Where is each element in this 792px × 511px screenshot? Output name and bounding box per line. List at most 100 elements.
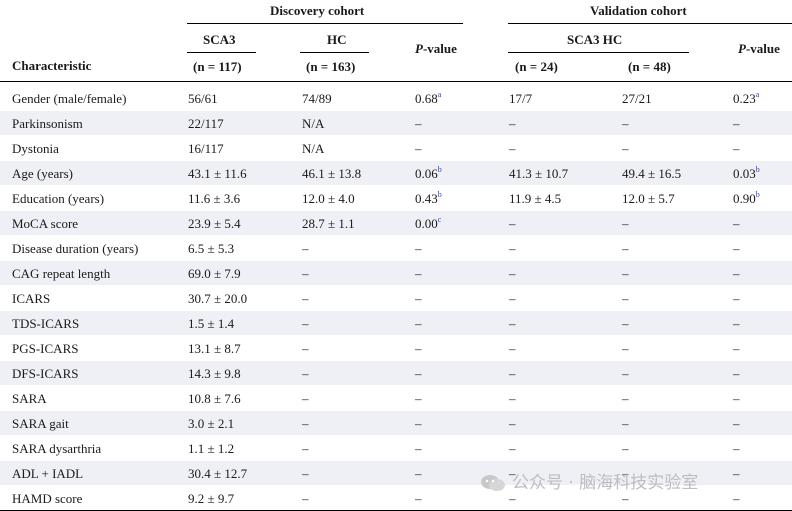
row-shading: [0, 261, 792, 285]
validation-hc-value: –: [622, 441, 629, 456]
validation-pvalue-text: –: [733, 266, 740, 281]
validation-hc-value-text: 12.0 ± 5.7: [622, 191, 675, 206]
row-label-text: Dystonia: [12, 141, 59, 156]
col-val-hc-n: (n = 48): [628, 59, 671, 74]
discovery-sca3-value: 1.5 ± 1.4: [188, 316, 234, 331]
col-characteristic: Characteristic: [12, 58, 92, 73]
validation-sca3-value-text: 41.3 ± 10.7: [509, 166, 569, 181]
discovery-hc-value: –: [302, 491, 309, 506]
validation-sca3-value: –: [509, 141, 516, 156]
footnote-marker: c: [437, 215, 442, 224]
row-label: DFS-ICARS: [12, 366, 78, 381]
discovery-pvalue: –: [415, 416, 422, 431]
validation-hc-value-text: –: [622, 266, 629, 281]
validation-sca3-value-text: –: [509, 416, 516, 431]
validation-sca3-value-text: –: [509, 366, 516, 381]
validation-sca3-value-text: –: [509, 266, 516, 281]
hc-rule: [300, 52, 369, 53]
validation-pvalue: –: [733, 316, 740, 331]
discovery-hc-value-text: –: [302, 441, 309, 456]
col-val-pvalue: P-value: [738, 41, 780, 56]
row-shading: [0, 211, 792, 235]
validation-sca3-value-text: 17/7: [509, 91, 533, 106]
validation-sca3-value: –: [509, 291, 516, 306]
validation-pvalue-text: –: [733, 341, 740, 356]
discovery-sca3-value: 10.8 ± 7.6: [188, 391, 241, 406]
row-label: Education (years): [12, 191, 104, 206]
validation-sca3-value: 11.9 ± 4.5: [509, 191, 561, 206]
row-label: CAG repeat length: [12, 266, 110, 281]
row-label-text: DFS-ICARS: [12, 366, 79, 381]
validation-sca3-value-text: –: [509, 291, 516, 306]
validation-hc-value: –: [622, 416, 629, 431]
validation-sca3-value-text: –: [509, 316, 516, 331]
validation-sca3-value: –: [509, 216, 516, 231]
validation-pvalue-text: –: [733, 491, 740, 506]
discovery-sca3-value: 14.3 ± 9.8: [188, 366, 241, 381]
discovery-hc-value-text: –: [302, 291, 309, 306]
validation-pvalue-text: –: [733, 116, 740, 131]
discovery-pvalue-text: 0.68: [415, 91, 438, 106]
validation-pvalue: –: [733, 291, 740, 306]
discovery-hc-value-text: –: [302, 416, 309, 431]
discovery-pvalue-text: –: [415, 341, 422, 356]
discovery-sca3-value-text: 16/117: [188, 141, 224, 156]
discovery-sca3-value: 3.0 ± 2.1: [188, 416, 234, 431]
discovery-pvalue: 0.06b: [415, 165, 442, 182]
discovery-pvalue-text: 0.06: [415, 166, 438, 181]
validation-hc-value-text: –: [622, 341, 629, 356]
footnote-marker: b: [755, 165, 760, 174]
validation-pvalue: –: [733, 116, 740, 131]
discovery-hc-value: –: [302, 466, 309, 481]
discovery-hc-value-text: –: [302, 341, 309, 356]
footnote-marker: b: [437, 165, 442, 174]
discovery-pvalue: 0.68a: [415, 90, 442, 107]
validation-hc-value: –: [622, 216, 629, 231]
pvalue-p: P: [415, 41, 423, 56]
validation-hc-value-text: –: [622, 316, 629, 331]
discovery-hc-value: –: [302, 266, 309, 281]
validation-sca3-value-text: –: [509, 491, 516, 506]
discovery-pvalue-text: –: [415, 391, 422, 406]
validation-pvalue: –: [733, 491, 740, 506]
validation-hc-value: –: [622, 116, 629, 131]
footnote-marker: a: [437, 90, 442, 99]
row-label: ICARS: [12, 291, 50, 306]
discovery-hc-value-text: N/A: [302, 116, 325, 131]
discovery-sca3-value: 1.1 ± 1.2: [188, 441, 234, 456]
row-label-text: Age (years): [12, 166, 73, 181]
discovery-sca3-value: 43.1 ± 11.6: [188, 166, 247, 181]
validation-sca3-value-text: –: [509, 391, 516, 406]
validation-pvalue: –: [733, 341, 740, 356]
discovery-sca3-value-text: 30.4 ± 12.7: [188, 466, 248, 481]
row-label: TDS-ICARS: [12, 316, 79, 331]
validation-pvalue-text: 0.23: [733, 91, 756, 106]
discovery-pvalue: 0.00c: [415, 215, 442, 232]
row-label-text: TDS-ICARS: [12, 316, 80, 331]
discovery-pvalue: –: [415, 241, 422, 256]
validation-sca3-value-text: 11.9 ± 4.5: [509, 191, 562, 206]
discovery-sca3-value-text: 1.5 ± 1.4: [188, 316, 235, 331]
discovery-hc-value-text: 28.7 ± 1.1: [302, 216, 355, 231]
discovery-hc-value: 28.7 ± 1.1: [302, 216, 355, 231]
validation-sca3-value: –: [509, 366, 516, 381]
validation-pvalue-text: –: [733, 466, 740, 481]
validation-hc-value: –: [622, 141, 629, 156]
row-label-text: Gender (male/female): [12, 91, 127, 106]
col-hc-n: (n = 163): [306, 59, 356, 74]
discovery-hc-value: –: [302, 316, 309, 331]
validation-pvalue: –: [733, 391, 740, 406]
validation-hc-value-text: 49.4 ± 16.5: [622, 166, 682, 181]
discovery-pvalue: –: [415, 341, 422, 356]
discovery-sca3-value: 6.5 ± 5.3: [188, 241, 234, 256]
discovery-hc-value-text: –: [302, 366, 309, 381]
validation-pvalue-text: –: [733, 316, 740, 331]
validation-pvalue: 0.03b: [733, 165, 760, 182]
validation-pvalue: –: [733, 366, 740, 381]
validation-hc-value: –: [622, 391, 629, 406]
discovery-pvalue-text: –: [415, 241, 422, 256]
validation-pvalue: –: [733, 141, 740, 156]
pvalue-rest: -value: [422, 41, 457, 56]
discovery-cohort-heading: Discovery cohort: [270, 3, 365, 18]
discovery-sca3-value-text: 43.1 ± 11.6: [188, 166, 247, 181]
